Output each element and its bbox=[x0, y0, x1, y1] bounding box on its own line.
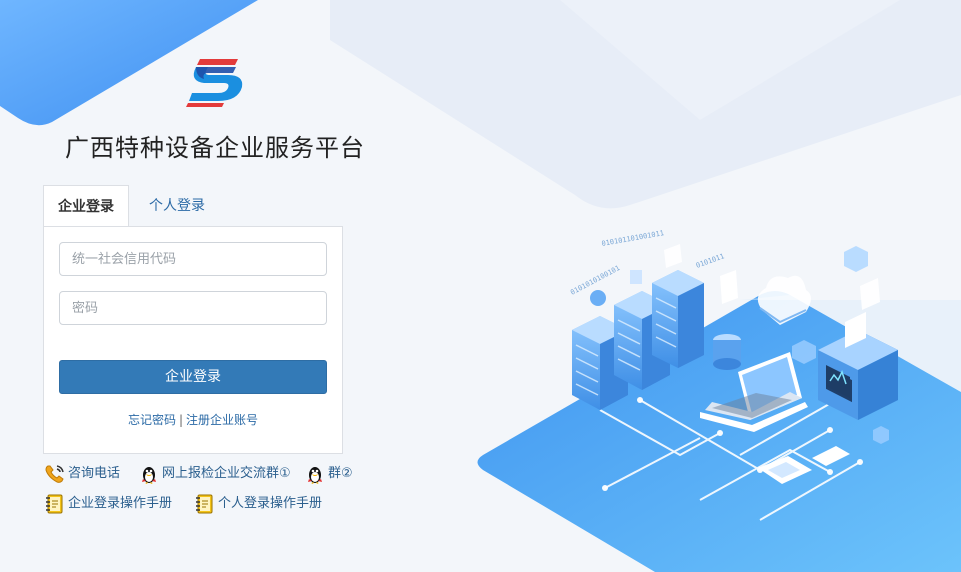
qq-penguin-icon bbox=[308, 467, 322, 484]
personal-manual-label: 个人登录操作手册 bbox=[218, 496, 323, 511]
notebook-icon bbox=[196, 494, 213, 514]
s-logo-icon bbox=[186, 59, 243, 107]
tab-enterprise-login[interactable]: 企业登录 bbox=[43, 185, 129, 228]
forgot-password-link[interactable]: 忘记密码 bbox=[128, 413, 176, 427]
enterprise-manual-label: 企业登录操作手册 bbox=[68, 496, 173, 511]
notebook-icon bbox=[46, 494, 63, 514]
qq-group1-label: 网上报检企业交流群① bbox=[162, 466, 291, 481]
credit-code-input[interactable] bbox=[59, 242, 327, 276]
tab-personal-login[interactable]: 个人登录 bbox=[135, 185, 219, 227]
enterprise-login-button[interactable]: 企业登录 bbox=[59, 360, 327, 394]
qq-group2-label: 群② bbox=[328, 466, 353, 481]
register-link[interactable]: 注册企业账号 bbox=[186, 413, 258, 427]
account-links: 忘记密码 | 注册企业账号 bbox=[44, 411, 342, 428]
phone-icon bbox=[45, 465, 64, 483]
qq-penguin-icon bbox=[142, 467, 156, 484]
login-panel: 企业登录 忘记密码|注册企业账号 bbox=[43, 226, 343, 454]
consult-phone-label: 咨询电话 bbox=[68, 466, 121, 481]
page-title: 广西特种设备企业服务平台 bbox=[65, 134, 365, 162]
link-separator: | bbox=[178, 413, 184, 427]
password-input[interactable] bbox=[59, 291, 327, 325]
svg-text:0101011: 0101011 bbox=[695, 252, 725, 270]
svg-text:010101101001011: 010101101001011 bbox=[601, 229, 665, 248]
